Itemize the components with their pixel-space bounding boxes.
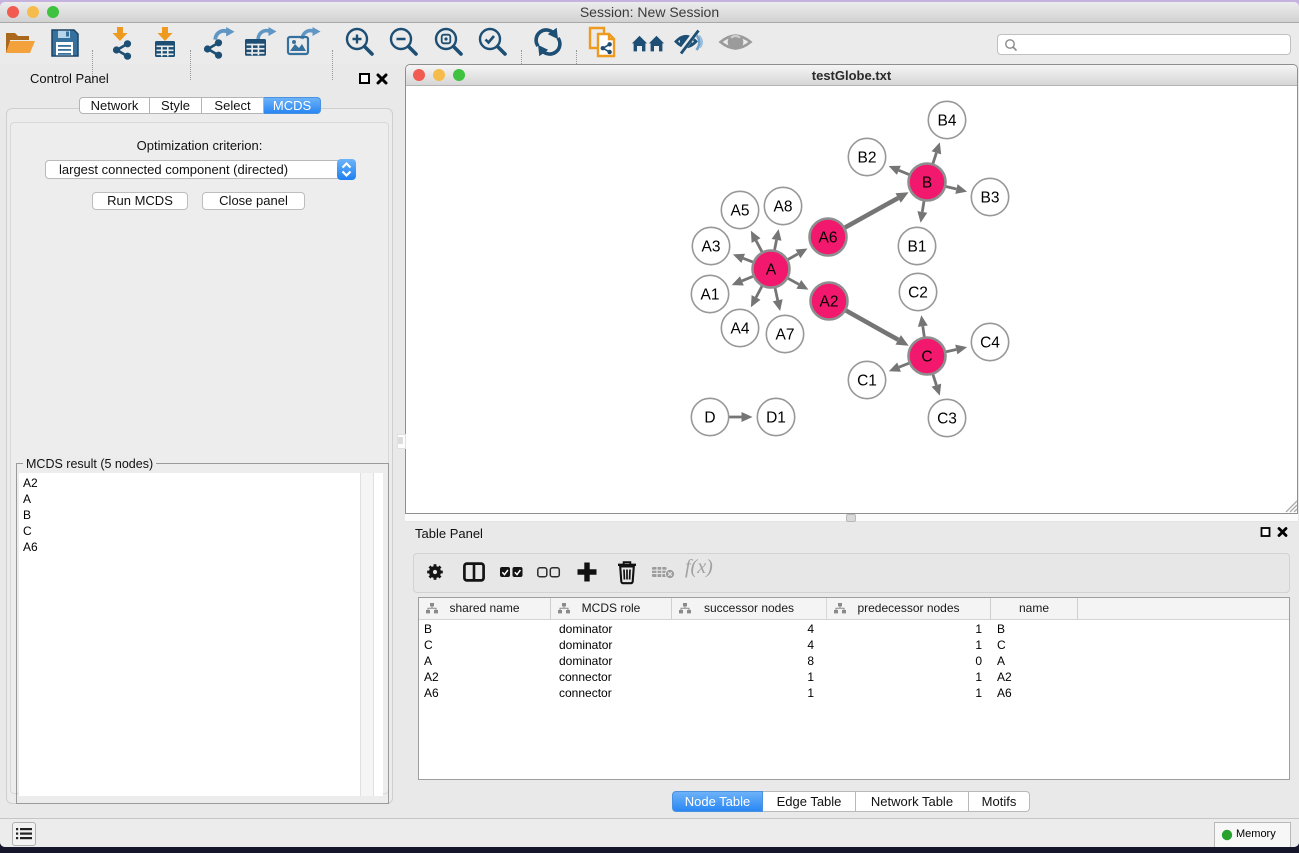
svg-text:C2: C2 <box>908 285 928 302</box>
svg-text:A4: A4 <box>731 321 750 338</box>
svg-text:C3: C3 <box>937 411 957 428</box>
svg-text:A3: A3 <box>702 239 721 256</box>
svg-text:B3: B3 <box>981 190 1000 207</box>
svg-text:A1: A1 <box>701 287 720 304</box>
svg-text:C: C <box>921 349 932 366</box>
svg-text:D1: D1 <box>766 410 786 427</box>
svg-text:A6: A6 <box>819 230 838 247</box>
svg-text:B: B <box>922 175 932 192</box>
svg-text:A5: A5 <box>731 203 750 220</box>
svg-text:B2: B2 <box>858 150 877 167</box>
svg-text:A: A <box>766 262 777 279</box>
svg-text:A8: A8 <box>774 199 793 216</box>
svg-text:C1: C1 <box>857 373 877 390</box>
svg-text:B4: B4 <box>938 113 957 130</box>
svg-text:A2: A2 <box>820 294 839 311</box>
svg-text:A7: A7 <box>776 327 795 344</box>
svg-text:D: D <box>704 410 715 427</box>
svg-text:B1: B1 <box>908 239 927 256</box>
svg-text:C4: C4 <box>980 335 1000 352</box>
